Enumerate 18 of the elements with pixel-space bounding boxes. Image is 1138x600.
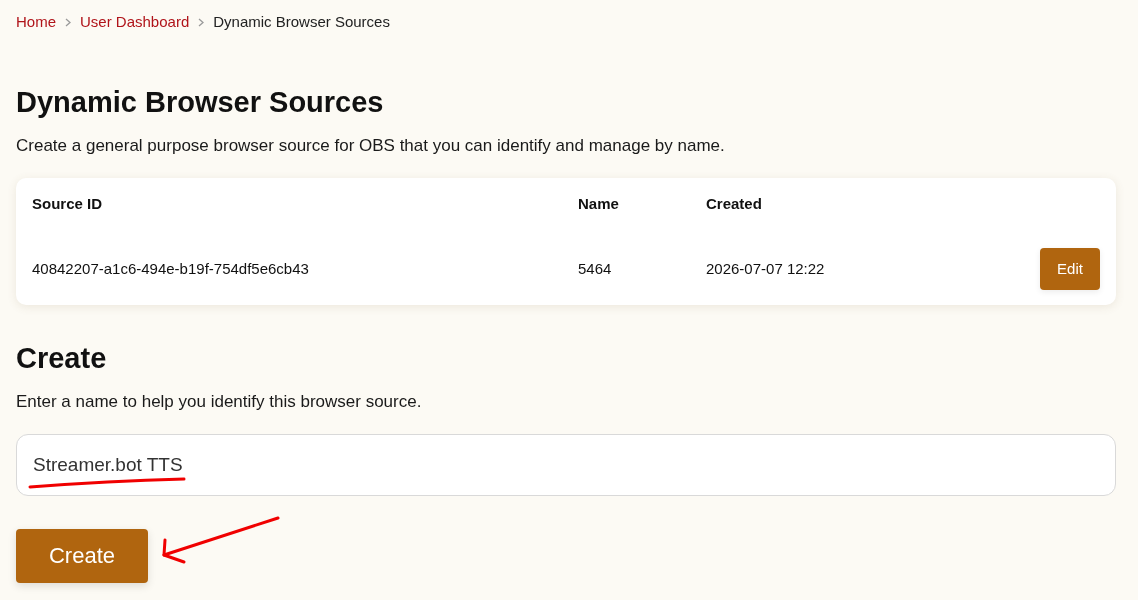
page-description: Create a general purpose browser source for OBS that you can identify and manage by name. <box>16 135 726 157</box>
breadcrumb-link[interactable]: User Dashboard <box>80 12 190 32</box>
create-button[interactable]: Create <box>16 529 148 583</box>
breadcrumb-link[interactable]: Home <box>16 12 56 32</box>
table-cell-text: 40842207-a1c6-494e-b19f-754df5e6cb43 <box>32 258 310 279</box>
column-header: Created <box>706 194 763 214</box>
breadcrumb-current: Dynamic Browser Sources <box>213 12 390 32</box>
section-title: Create <box>16 341 108 375</box>
chevron-icon <box>198 17 205 27</box>
edit-button[interactable]: Edit <box>1040 247 1100 290</box>
table-cell-text: 5464 <box>578 258 613 279</box>
section-description: Enter a name to help you identify this browser source. <box>16 391 423 413</box>
chevron-icon <box>65 17 71 27</box>
column-header: Name <box>578 194 620 214</box>
column-header: Source ID <box>32 194 104 214</box>
name-input[interactable]: Streamer.bot TTS <box>16 434 1116 496</box>
table-cell-text: 2026-07-07 12:22 <box>706 258 826 279</box>
page-title: Dynamic Browser Sources <box>16 85 385 119</box>
